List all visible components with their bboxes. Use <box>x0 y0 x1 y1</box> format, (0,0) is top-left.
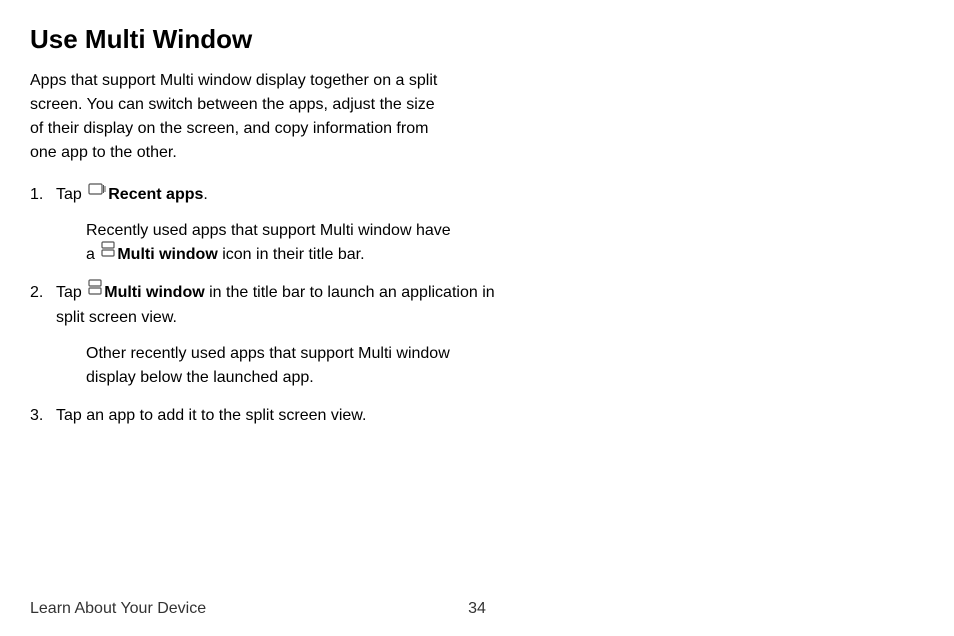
step-3-text: Tap an app to add it to the split screen… <box>56 407 366 424</box>
step-1-subnote: Recently used apps that support Multi wi… <box>56 219 456 267</box>
step-2: Tap Multi window in the title bar to lau… <box>30 281 510 389</box>
step-1-pre: Tap <box>56 186 86 203</box>
step-1-sub-bold: Multi window <box>117 246 217 263</box>
recent-apps-icon <box>88 181 106 205</box>
step-2-pre: Tap <box>56 285 86 302</box>
step-1-post: . <box>203 186 207 203</box>
page-footer: Learn About Your Device 34 <box>30 600 924 618</box>
page-title: Use Multi Window <box>30 24 924 55</box>
step-3: Tap an app to add it to the split screen… <box>30 404 510 428</box>
footer-page-number: 34 <box>468 600 486 618</box>
footer-section-name: Learn About Your Device <box>30 600 206 618</box>
intro-paragraph: Apps that support Multi window display t… <box>30 69 450 165</box>
multi-window-icon <box>101 241 115 265</box>
step-1: Tap Recent apps. Recently used apps that… <box>30 183 510 267</box>
step-2-subnote: Other recently used apps that support Mu… <box>56 342 456 390</box>
steps-list: Tap Recent apps. Recently used apps that… <box>30 183 510 428</box>
step-1-sub-post: icon in their title bar. <box>218 246 365 263</box>
step-2-bold: Multi window <box>104 285 204 302</box>
multi-window-icon <box>88 279 102 303</box>
step-1-bold: Recent apps <box>108 186 203 203</box>
